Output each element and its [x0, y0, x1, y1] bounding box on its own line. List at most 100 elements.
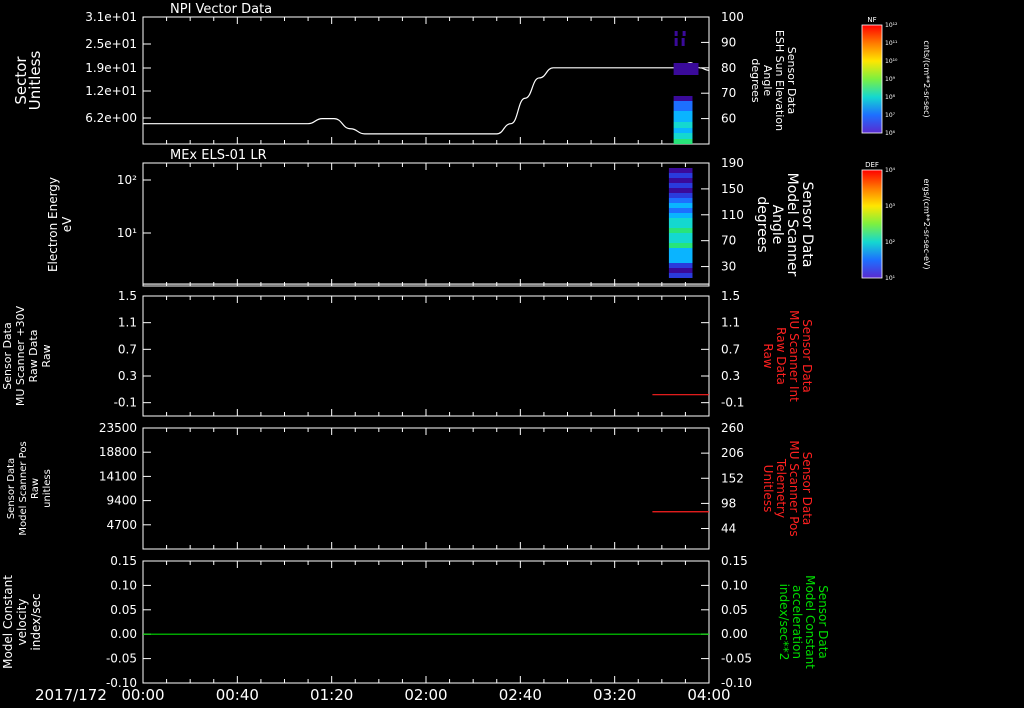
- y-tick-label: 0.05: [110, 603, 137, 617]
- x-tick-label: 02:00: [404, 686, 447, 704]
- spectrogram-cell: [668, 198, 693, 203]
- spectrogram-cell: [668, 263, 693, 268]
- def-colorbar-tick: 10¹: [885, 275, 896, 282]
- y-tick-label: 1.5: [118, 289, 137, 303]
- spectrogram-cell: [668, 168, 693, 173]
- spectrogram-cell: [668, 243, 693, 248]
- y-axis-label: Raw: [30, 478, 41, 499]
- nf-colorbar-label: NF: [867, 16, 876, 24]
- y-axis-label: velocity: [15, 599, 29, 646]
- y-axis-label: Electron Energy: [46, 177, 60, 272]
- right-axis-label: degrees: [749, 58, 762, 103]
- right-y-tick-label: 0.3: [721, 369, 740, 383]
- spectrogram-cell: [668, 223, 693, 228]
- def-colorbar: [861, 169, 883, 279]
- spectrogram-cell: [668, 253, 693, 258]
- y-tick-label: 9400: [106, 494, 137, 508]
- right-axis-label: Unitless: [761, 465, 775, 513]
- spectrogram-cell: [668, 178, 693, 183]
- right-y-tick-label: 80: [721, 61, 736, 75]
- right-axis-label: degrees: [754, 196, 770, 252]
- right-y-tick-label: 0.05: [721, 603, 748, 617]
- right-axis-label: MU Scanner Pos: [787, 440, 801, 536]
- right-y-tick-label: 152: [721, 471, 744, 485]
- y-tick-label: 6.2e+00: [85, 111, 137, 125]
- right-y-tick-label: 150: [721, 182, 744, 196]
- y-axis-label: eV: [60, 216, 74, 232]
- right-y-tick-label: 90: [721, 35, 736, 49]
- panel-frame: [142, 560, 710, 684]
- spectrogram-cell: [668, 203, 693, 208]
- y-axis-label: Model Scanner Pos: [18, 441, 29, 535]
- spectrogram-cell: [673, 101, 693, 106]
- y-axis-label: Raw: [40, 344, 53, 367]
- spectrogram-cell: [673, 63, 699, 75]
- spectrogram-cell: [673, 117, 693, 122]
- spectrogram-cell: [668, 173, 693, 178]
- spectrogram-cell: [668, 193, 693, 198]
- panel-frame: [142, 16, 710, 145]
- spectrogram-cell: [682, 31, 686, 36]
- nf-colorbar-tick: 10⁸: [885, 94, 896, 101]
- def-colorbar-label: DEF: [865, 161, 879, 169]
- spectrogram-cell: [673, 133, 693, 139]
- x-tick-label: 04:00: [687, 686, 730, 704]
- right-axis-label: Telemetry: [774, 458, 788, 518]
- right-axis-label: Model Constant: [803, 575, 817, 669]
- spectrogram-cell: [673, 122, 693, 128]
- spectrogram-cell: [674, 31, 678, 36]
- y-axis-label: Unitless: [26, 51, 44, 111]
- nf-colorbar-tick: 10¹⁰: [885, 58, 898, 65]
- y-axis-label: Sensor Data: [6, 458, 17, 519]
- right-y-tick-label: 0.00: [721, 627, 748, 641]
- nf-colorbar-tick: 10⁹: [885, 76, 896, 83]
- def-colorbar-units: ergs/(cm**2-sr-sec-eV): [922, 178, 931, 269]
- right-y-tick-label: 0.15: [721, 554, 748, 568]
- right-axis-label: Sensor Data: [816, 585, 830, 659]
- right-y-tick-label: 0.10: [721, 578, 748, 592]
- y-tick-label: 0.15: [110, 554, 137, 568]
- right-axis-label: index/sec**2: [777, 584, 791, 661]
- y-tick-label: 0.10: [110, 578, 137, 592]
- panel-frame: [142, 427, 710, 550]
- right-axis-label: acceleration: [790, 585, 804, 659]
- spectrogram-cell: [668, 188, 693, 193]
- y-tick-label: -0.1: [114, 396, 137, 410]
- right-y-tick-label: 70: [721, 234, 736, 248]
- series-line: [143, 62, 710, 135]
- right-y-tick-label: 206: [721, 446, 744, 460]
- spectrogram-cell: [674, 38, 678, 46]
- right-y-tick-label: 110: [721, 208, 744, 222]
- chart-canvas: 3.1e+01 2.5e+01 1.9e+01 1.2e+01 6.2e+00 100 90…: [0, 2, 931, 704]
- y-axis-label: MU Scanner +30V: [14, 305, 27, 406]
- spectrogram-cell: [668, 228, 693, 233]
- spectrogram-cell: [668, 213, 693, 218]
- y-tick-label: 1.2e+01: [85, 84, 137, 98]
- spectrogram-cell: [668, 233, 693, 238]
- panel-title: NPI Vector Data: [170, 2, 272, 17]
- y-tick-label: 0.3: [118, 369, 137, 383]
- spectrogram-cell: [668, 208, 693, 213]
- right-y-tick-label: -0.1: [721, 396, 744, 410]
- x-tick-label: 03:20: [593, 686, 636, 704]
- def-colorbar-tick: 10³: [885, 203, 896, 210]
- right-axis-label: Sensor Data: [800, 319, 814, 393]
- right-y-tick-label: 60: [721, 112, 736, 126]
- y-tick-label: 2.5e+01: [85, 37, 137, 51]
- y-tick-label: 1.9e+01: [85, 61, 137, 75]
- y-tick-label: 4700: [106, 518, 137, 532]
- right-axis-label: Raw Data: [774, 327, 788, 385]
- right-y-tick-label: 70: [721, 86, 736, 100]
- x-tick-label: 01:20: [310, 686, 353, 704]
- date-label: 2017/172: [35, 686, 107, 704]
- nf-colorbar-tick: 10¹¹: [885, 40, 898, 47]
- def-colorbar-tick: 10⁴: [885, 167, 896, 174]
- spectrogram-cell: [668, 238, 693, 243]
- spectrogram-cell: [668, 183, 693, 188]
- y-tick-label: 23500: [99, 421, 137, 435]
- spectrogram-cell: [673, 128, 693, 133]
- y-axis-label: Raw Data: [27, 330, 40, 383]
- right-y-tick-label: 100: [721, 10, 744, 24]
- right-axis-label: Sensor Data: [800, 452, 814, 526]
- y-tick-label: 10¹: [117, 226, 137, 240]
